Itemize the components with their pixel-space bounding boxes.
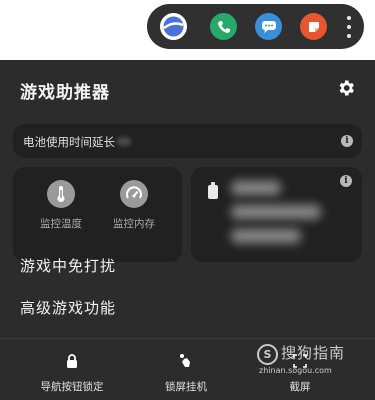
info-icon[interactable]: i: [341, 135, 353, 147]
browser-app-icon[interactable]: [160, 13, 187, 40]
battery-extension-card[interactable]: 电池使用时间延长 i: [13, 124, 362, 158]
thermometer-icon: [47, 180, 75, 208]
redacted-value: [231, 181, 281, 195]
sogou-watermark: S 搜狗指南 zhinan.sogou.com: [257, 340, 367, 380]
battery-extension-label: 电池使用时间延长: [23, 135, 115, 149]
nav-lock-button[interactable]: 导航按钮锁定: [27, 353, 117, 394]
lock-icon: [27, 353, 117, 369]
monitor-temperature-button[interactable]: 监控温度: [31, 180, 91, 231]
notes-app-icon[interactable]: [300, 13, 327, 40]
screenshot-label: 截屏: [289, 381, 311, 393]
screen-lock-idle-button[interactable]: 锁屏挂机: [141, 353, 231, 394]
info-icon[interactable]: i: [340, 175, 352, 187]
battery-stats-card: i: [191, 167, 362, 262]
app-shortcut-dock: [147, 4, 364, 49]
panel-title: 游戏助推器: [20, 83, 110, 103]
monitor-memory-label: 监控内存: [113, 218, 155, 230]
watermark-text: 搜狗指南: [281, 344, 346, 362]
redacted-value: [117, 137, 131, 146]
redacted-value: [231, 205, 321, 219]
gear-icon[interactable]: [336, 78, 356, 98]
watermark-url: zhinan.sogou.com: [259, 366, 332, 375]
sogou-logo-icon: S: [257, 344, 278, 365]
divider: [0, 338, 375, 339]
monitor-temperature-label: 监控温度: [40, 218, 82, 230]
speedometer-icon: [120, 180, 148, 208]
menu-item-no-disturb[interactable]: 游戏中免打扰: [20, 255, 116, 276]
phone-app-icon[interactable]: [210, 13, 237, 40]
battery-icon: [208, 182, 218, 199]
monitor-card: 监控温度 监控内存: [13, 167, 182, 262]
monitor-memory-button[interactable]: 监控内存: [104, 180, 164, 231]
game-booster-panel: 游戏助推器 电池使用时间延长 i 监控温度 监控内存 i 游戏中免打扰 高级游戏…: [0, 60, 375, 400]
screen-lock-idle-label: 锁屏挂机: [165, 381, 207, 393]
touch-icon: [141, 353, 231, 369]
messages-app-icon[interactable]: [255, 13, 282, 40]
menu-item-advanced-features[interactable]: 高级游戏功能: [20, 297, 116, 318]
vertical-ellipsis-icon[interactable]: [346, 16, 352, 38]
nav-lock-label: 导航按钮锁定: [40, 381, 104, 393]
redacted-value: [231, 229, 301, 243]
top-bar: [0, 0, 375, 60]
